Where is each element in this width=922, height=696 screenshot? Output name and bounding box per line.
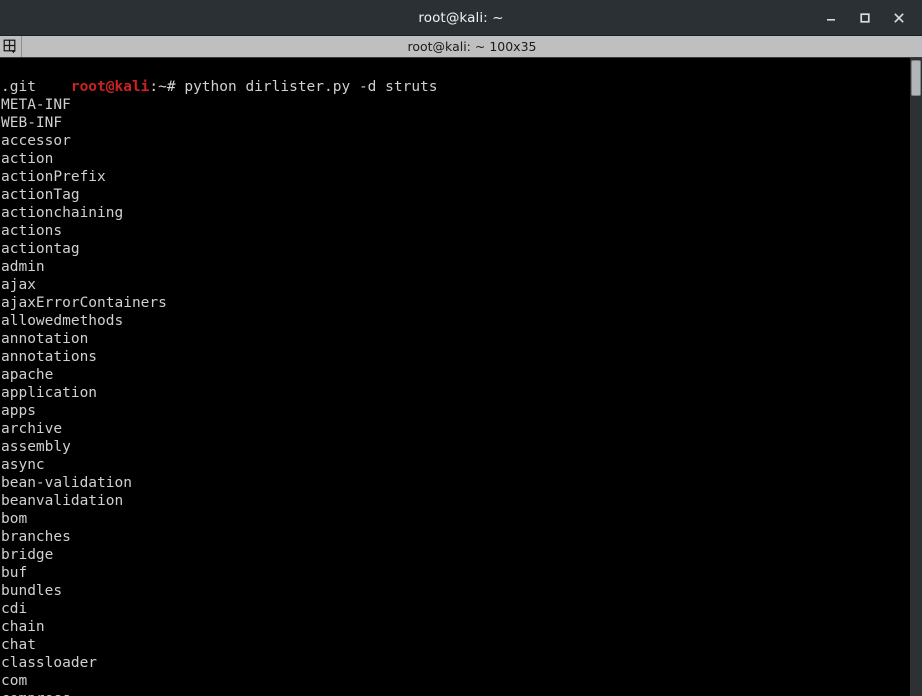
terminal-output-line: com	[1, 673, 28, 689]
tabbar: root@kali: ~ 100x35	[0, 36, 922, 58]
terminal-output-line: branches	[1, 529, 71, 545]
prompt-command: python dirlister.py -d struts	[184, 79, 438, 95]
terminal-tab-label: root@kali: ~ 100x35	[407, 39, 537, 54]
terminal-output-line: classloader	[1, 655, 98, 671]
window-title: root@kali: ~	[418, 9, 504, 26]
maximize-button[interactable]	[848, 3, 882, 33]
terminal-output-line: actionPrefix	[1, 169, 106, 185]
window-list-menu-button[interactable]	[0, 36, 22, 57]
terminal-output-line: assembly	[1, 439, 71, 455]
terminal-output-line: bom	[1, 511, 28, 527]
terminal-area[interactable]: root@kali:~# python dirlister.py -d stru…	[0, 58, 922, 696]
terminal-output-line: actionchaining	[1, 205, 124, 221]
terminal-output[interactable]: root@kali:~# python dirlister.py -d stru…	[0, 58, 910, 696]
terminal-output-line: ajax	[1, 277, 36, 293]
close-button[interactable]	[882, 3, 916, 33]
titlebar[interactable]: root@kali: ~	[0, 0, 922, 36]
terminal-output-line: annotation	[1, 331, 89, 347]
terminal-prompt-line: root@kali:~# python dirlister.py -d stru…	[1, 60, 910, 95]
terminal-output-line: annotations	[1, 349, 98, 365]
terminal-scrollbar-thumb[interactable]	[911, 60, 921, 96]
terminal-output-line: bean-validation	[1, 475, 132, 491]
terminal-output-line: action	[1, 151, 54, 167]
terminal-output-line: apache	[1, 367, 54, 383]
window-grid-dropdown-icon	[3, 39, 16, 54]
window-controls	[814, 3, 922, 33]
minimize-icon	[827, 18, 835, 21]
maximize-icon	[860, 12, 870, 23]
terminal-output-line: chain	[1, 619, 45, 635]
terminal-output-line: buf	[1, 565, 28, 581]
terminal-output-line: allowedmethods	[1, 313, 124, 329]
terminal-scrollbar[interactable]	[910, 58, 922, 696]
terminal-output-line: bundles	[1, 583, 63, 599]
terminal-output-line: application	[1, 385, 98, 401]
terminal-output-line: beanvalidation	[1, 493, 124, 509]
minimize-button[interactable]	[814, 3, 848, 33]
terminal-output-line: actiontag	[1, 241, 80, 257]
terminal-output-line: cdi	[1, 601, 28, 617]
terminal-output-line: actionTag	[1, 187, 80, 203]
terminal-tab[interactable]: root@kali: ~ 100x35	[22, 36, 922, 57]
terminal-output-line: apps	[1, 403, 36, 419]
terminal-output-line: META-INF	[1, 97, 71, 113]
terminal-output-line: compress	[1, 690, 910, 696]
close-icon	[894, 12, 904, 23]
terminal-output-line: chat	[1, 637, 36, 653]
terminal-output-line: WEB-INF	[1, 115, 63, 131]
terminal-output-line: actions	[1, 223, 63, 239]
prompt-separator: :~#	[149, 79, 185, 95]
terminal-output-line: async	[1, 457, 45, 473]
terminal-output-line: accessor	[1, 133, 71, 149]
terminal-output-line: archive	[1, 421, 63, 437]
terminal-output-line: admin	[1, 259, 45, 275]
terminal-output-line: ajaxErrorContainers	[1, 295, 167, 311]
terminal-output-line: bridge	[1, 547, 54, 563]
prompt-user-host: root@kali	[70, 79, 150, 95]
terminal-window: root@kali: ~ root@kali: ~ 100x35 root@ka…	[0, 0, 922, 696]
